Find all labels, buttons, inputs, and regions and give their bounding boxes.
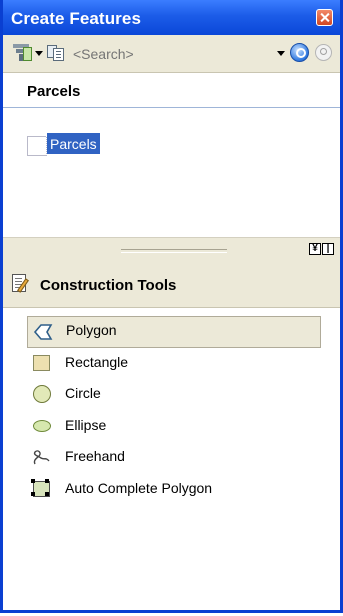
window-title: Create Features [11, 9, 142, 28]
auto-complete-polygon-icon [31, 478, 52, 498]
rectangle-icon [32, 354, 52, 372]
tool-circle[interactable]: Circle [27, 379, 321, 411]
polygon-icon [33, 324, 53, 340]
template-group-name: Parcels [27, 83, 81, 100]
tool-label: Auto Complete Polygon [65, 479, 213, 496]
splitter-grip[interactable] [121, 249, 227, 253]
template-item-label: Parcels [46, 132, 101, 155]
tool-freehand[interactable]: Freehand [27, 442, 321, 474]
template-group-header: Parcels [3, 73, 340, 108]
tool-ellipse[interactable]: Ellipse [27, 411, 321, 443]
construction-tools-header: Construction Tools [3, 262, 340, 308]
filter-icon[interactable] [13, 44, 32, 62]
tool-label: Polygon [66, 322, 117, 338]
circle-icon [32, 385, 52, 403]
panel-splitter[interactable]: ¥ | [3, 237, 340, 263]
search-dropdown-arrow-icon[interactable] [277, 51, 285, 56]
close-icon[interactable] [316, 9, 333, 26]
ellipse-icon [32, 417, 52, 435]
tool-label: Circle [65, 385, 101, 401]
tool-polygon[interactable]: Polygon [27, 316, 321, 348]
construction-tools-title: Construction Tools [40, 277, 177, 294]
tool-auto-complete-polygon[interactable]: Auto Complete Polygon [27, 474, 321, 506]
freehand-icon [33, 450, 50, 465]
construction-tools-icon [12, 274, 32, 294]
search-icon[interactable] [290, 43, 309, 62]
construction-tools-list: Polygon Rectangle Circle Ellipse Freehan… [27, 316, 321, 505]
collapse-icon[interactable]: ¥ [309, 243, 321, 255]
organize-templates-icon[interactable] [47, 44, 65, 62]
pin-icon[interactable]: | [322, 243, 334, 255]
clear-search-icon[interactable] [315, 44, 332, 61]
polygon-symbol-swatch [27, 136, 47, 156]
templates-toolbar [3, 35, 340, 73]
title-bar[interactable]: Create Features [3, 0, 340, 35]
tool-label: Freehand [65, 448, 125, 464]
tool-label: Ellipse [65, 416, 107, 433]
filter-dropdown-arrow-icon[interactable] [35, 51, 43, 56]
create-features-window: Create Features Parcels Parcels ¥ | Cons… [0, 0, 343, 613]
tool-rectangle[interactable]: Rectangle [27, 348, 321, 380]
search-input[interactable] [69, 44, 269, 64]
tool-label: Rectangle [65, 353, 129, 370]
